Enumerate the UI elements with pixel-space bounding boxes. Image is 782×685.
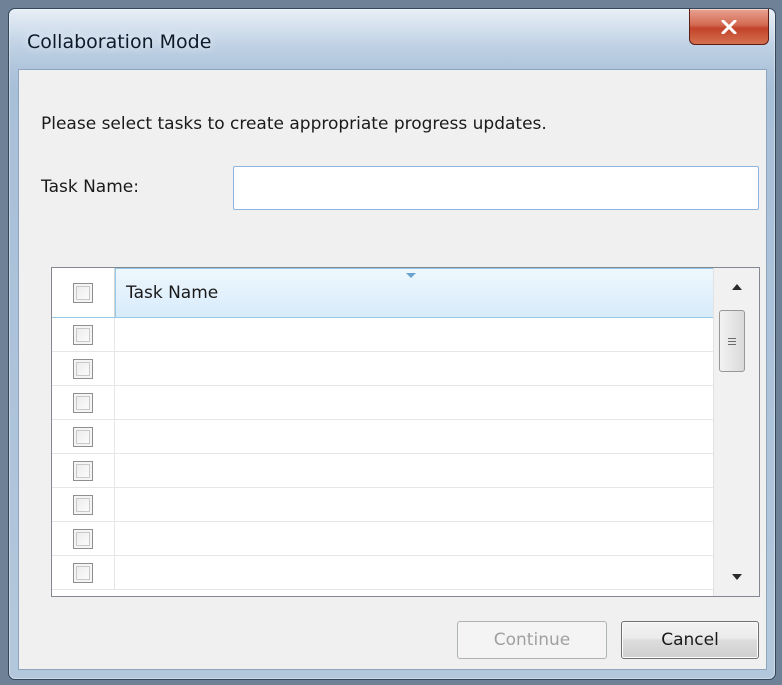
table-row[interactable]	[52, 556, 714, 590]
row-task-name	[115, 352, 714, 385]
row-checkbox[interactable]	[73, 358, 93, 379]
table-row[interactable]	[52, 420, 714, 454]
row-checkbox[interactable]	[73, 392, 93, 413]
table-row[interactable]	[52, 488, 714, 522]
row-task-name	[115, 556, 714, 589]
grid-rows	[52, 318, 714, 590]
row-checkbox-cell	[52, 420, 115, 453]
table-row[interactable]	[52, 352, 714, 386]
continue-button[interactable]: Continue	[457, 621, 607, 659]
cancel-button[interactable]: Cancel	[621, 621, 759, 659]
dialog-body: Please select tasks to create appropriat…	[18, 69, 767, 670]
sort-down-icon	[406, 273, 416, 278]
task-name-label: Task Name:	[41, 177, 139, 197]
row-checkbox[interactable]	[73, 426, 93, 447]
scroll-down-button[interactable]	[714, 558, 759, 596]
scroll-up-button[interactable]	[714, 268, 759, 306]
row-checkbox-cell	[52, 318, 115, 351]
select-all-checkbox[interactable]	[73, 282, 93, 303]
grid-header: Task Name	[52, 268, 714, 318]
row-checkbox[interactable]	[73, 494, 93, 515]
table-row[interactable]	[52, 454, 714, 488]
row-checkbox-cell	[52, 352, 115, 385]
table-row[interactable]	[52, 318, 714, 352]
row-checkbox-cell	[52, 556, 115, 589]
task-name-input[interactable]	[233, 166, 759, 210]
dialog-window: Collaboration Mode Please select tasks t…	[8, 8, 776, 680]
row-checkbox-cell	[52, 454, 115, 487]
scroll-up-icon	[731, 284, 742, 290]
column-header-task-name[interactable]: Task Name	[115, 268, 714, 317]
close-icon	[721, 19, 737, 34]
row-task-name	[115, 522, 714, 555]
row-checkbox[interactable]	[73, 562, 93, 583]
row-checkbox-cell	[52, 488, 115, 521]
vertical-scrollbar[interactable]	[713, 268, 759, 596]
table-row[interactable]	[52, 522, 714, 556]
row-checkbox[interactable]	[73, 528, 93, 549]
row-task-name	[115, 386, 714, 419]
row-task-name	[115, 420, 714, 453]
table-row[interactable]	[52, 386, 714, 420]
row-checkbox-cell	[52, 522, 115, 555]
row-task-name	[115, 454, 714, 487]
row-checkbox[interactable]	[73, 324, 93, 345]
row-checkbox[interactable]	[73, 460, 93, 481]
scroll-thumb[interactable]	[719, 310, 745, 372]
header-checkbox-cell	[52, 268, 115, 317]
grip-icon	[728, 337, 736, 345]
task-grid: Task Name	[51, 267, 760, 597]
title-bar[interactable]: Collaboration Mode	[9, 9, 775, 69]
instruction-text: Please select tasks to create appropriat…	[41, 114, 547, 134]
row-task-name	[115, 318, 714, 351]
column-header-label: Task Name	[126, 283, 219, 303]
close-button[interactable]	[689, 9, 769, 45]
row-checkbox-cell	[52, 386, 115, 419]
row-task-name	[115, 488, 714, 521]
scroll-down-icon	[731, 574, 742, 580]
window-title: Collaboration Mode	[27, 31, 212, 53]
